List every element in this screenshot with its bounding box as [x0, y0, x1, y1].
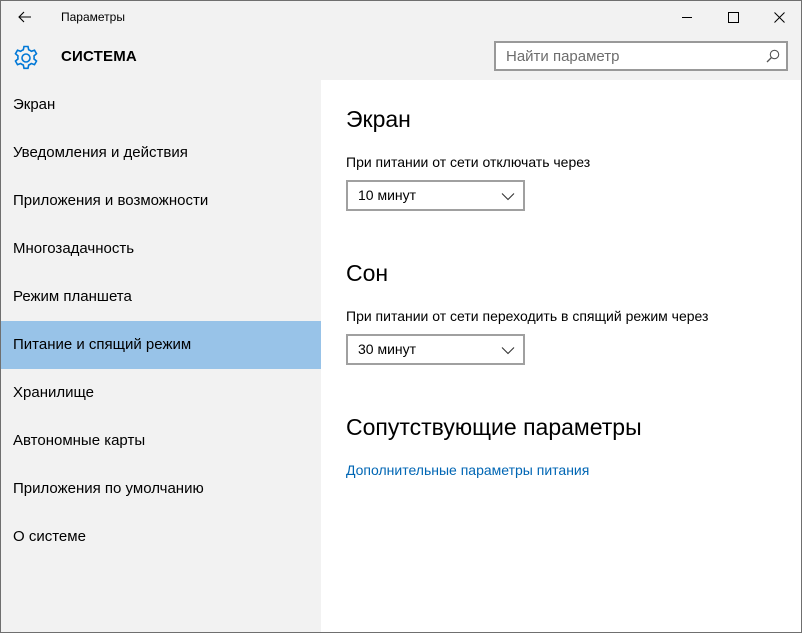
sleep-dropdown[interactable]: 30 минут — [346, 334, 525, 365]
section-title-related: Сопутствующие параметры — [346, 414, 642, 440]
additional-power-settings-link[interactable]: Дополнительные параметры питания — [346, 462, 589, 478]
search-box[interactable] — [494, 41, 788, 71]
screen-off-value: 10 минут — [358, 187, 417, 203]
sidebar: Экран Уведомления и действия Приложения … — [1, 80, 321, 632]
screen-off-label: При питании от сети отключать через — [346, 154, 591, 170]
page-title: СИСТЕМА — [61, 48, 137, 65]
minimize-button[interactable] — [664, 1, 710, 33]
main-content: Экран При питании от сети отключать чере… — [321, 80, 801, 632]
chevron-down-icon — [501, 347, 515, 355]
minimize-icon — [681, 16, 692, 18]
sidebar-item-apps-features[interactable]: Приложения и возможности — [1, 177, 321, 225]
sidebar-item-multitasking[interactable]: Многозадачность — [1, 225, 321, 273]
sidebar-item-storage[interactable]: Хранилище — [1, 369, 321, 417]
sleep-value: 30 минут — [358, 341, 417, 357]
settings-window: Параметры СИСТЕМА Найти параметр Экран У… — [0, 0, 802, 633]
sidebar-item-offline-maps[interactable]: Автономные карты — [1, 417, 321, 465]
maximize-icon — [727, 11, 739, 23]
sidebar-item-about[interactable]: О системе — [1, 513, 321, 561]
back-arrow-icon — [18, 11, 31, 23]
window-title: Параметры — [61, 10, 125, 24]
screen-off-dropdown[interactable]: 10 минут — [346, 180, 525, 211]
search-input[interactable] — [496, 43, 766, 69]
settings-header: СИСТЕМА — [1, 33, 801, 80]
sidebar-item-tablet-mode[interactable]: Режим планшета — [1, 273, 321, 321]
sleep-label: При питании от сети переходить в спящий … — [346, 308, 709, 324]
back-button[interactable] — [1, 1, 49, 33]
close-button[interactable] — [756, 1, 801, 33]
maximize-button[interactable] — [710, 1, 756, 33]
sidebar-item-notifications[interactable]: Уведомления и действия — [1, 129, 321, 177]
section-title-screen: Экран — [346, 106, 411, 132]
sidebar-item-power-sleep[interactable]: Питание и спящий режим — [1, 321, 321, 369]
close-icon — [773, 11, 785, 23]
sidebar-item-default-apps[interactable]: Приложения по умолчанию — [1, 465, 321, 513]
search-icon[interactable] — [766, 49, 780, 63]
title-bar: Параметры — [1, 1, 801, 33]
gear-icon — [14, 45, 38, 70]
sidebar-item-screen[interactable]: Экран — [1, 81, 321, 129]
section-title-sleep: Сон — [346, 260, 389, 286]
chevron-down-icon — [501, 193, 515, 201]
